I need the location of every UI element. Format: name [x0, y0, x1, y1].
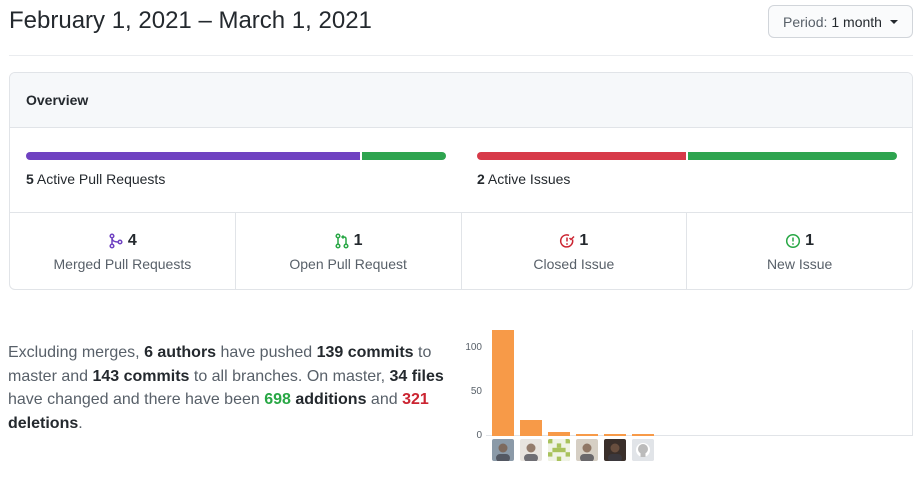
overview-panel: Overview 5 Active Pull Requests 2 Active…	[9, 72, 913, 290]
deletions-count: 321	[402, 391, 429, 408]
person-avatar[interactable]	[576, 439, 598, 461]
merge-icon	[109, 233, 123, 249]
identicon-avatar[interactable]	[548, 439, 570, 461]
new-issue-link[interactable]: 1 New Issue	[687, 213, 912, 289]
active-pull-requests-label: Active Pull Requests	[36, 171, 166, 187]
period-select-button[interactable]: Period: 1 month	[768, 5, 913, 38]
summary-text: to all branches. On master,	[189, 367, 390, 385]
chart-plot-area	[486, 330, 913, 436]
additions-count: 698	[264, 391, 291, 408]
merged-progress-segment	[26, 152, 361, 160]
open-pull-request-link[interactable]: 1 Open Pull Request	[236, 213, 462, 289]
active-issues-count: 2	[477, 171, 485, 187]
active-issues: 2 Active Issues	[477, 171, 897, 187]
active-pull-requests: 5 Active Pull Requests	[26, 171, 446, 187]
y-tick-label: 50	[470, 385, 482, 397]
caret-down-icon	[889, 19, 898, 24]
merged-pull-requests-link[interactable]: 4 Merged Pull Requests	[10, 213, 236, 289]
period-label: Period:	[783, 13, 828, 30]
counts-row: 4 Merged Pull Requests 1 Open Pull Reque…	[10, 213, 912, 289]
commit-bar[interactable]	[548, 432, 570, 436]
overview-title: Overview	[26, 92, 89, 108]
summary-text: .	[78, 414, 83, 432]
new-issue-label: New Issue	[766, 256, 833, 272]
issue-closed-icon	[560, 234, 575, 248]
person-avatar[interactable]	[604, 439, 626, 461]
activity-bars: 5 Active Pull Requests 2 Active Issues	[10, 128, 912, 213]
active-issues-label: Active Issues	[487, 171, 571, 187]
closed-issue-count: 1	[579, 232, 589, 249]
active-pull-requests-count: 5	[26, 171, 34, 187]
y-tick-label: 0	[476, 430, 482, 441]
summary-text: have changed and there have been	[8, 391, 265, 408]
commit-summary: Excluding merges, 6 authors have pushed …	[8, 341, 458, 435]
period-value: 1 month	[831, 13, 882, 30]
closed-progress-segment	[477, 152, 686, 160]
commit-bar[interactable]	[520, 420, 542, 436]
merged-label: Merged Pull Requests	[53, 256, 192, 272]
deletions-word: deletions	[8, 414, 79, 432]
files-changed-count: 34 files	[389, 367, 444, 385]
all-branches-commits-count: 143 commits	[92, 367, 190, 385]
authors-count: 6 authors	[144, 344, 217, 361]
y-tick-label: 100	[465, 341, 482, 353]
commit-bar[interactable]	[604, 434, 626, 436]
additions-word: additions	[290, 391, 367, 408]
closed-issue-label: Closed Issue	[533, 256, 615, 272]
summary-text: and	[366, 391, 403, 408]
pull-requests-progress	[26, 152, 446, 160]
pull-requests-summary[interactable]: 5 Active Pull Requests	[26, 152, 446, 187]
summary-text: have pushed	[216, 344, 317, 361]
open-pr-label: Open Pull Request	[289, 256, 407, 272]
commit-bar[interactable]	[492, 330, 514, 436]
open-pr-count: 1	[353, 232, 363, 249]
header: February 1, 2021 – March 1, 2021 Period:…	[9, 0, 913, 56]
new-issue-count: 1	[805, 232, 815, 249]
date-range-title: February 1, 2021 – March 1, 2021	[9, 7, 372, 34]
pull-request-icon	[335, 233, 349, 249]
issues-progress	[477, 152, 897, 160]
commit-bar[interactable]	[632, 434, 654, 436]
closed-issue-link[interactable]: 1 Closed Issue	[462, 213, 688, 289]
issue-opened-icon	[786, 233, 801, 249]
overview-header: Overview	[10, 73, 912, 128]
merged-count: 4	[127, 232, 137, 249]
commits-by-author-chart: 100 50 0	[462, 330, 913, 465]
master-commits-count: 139 commits	[316, 344, 414, 361]
new-progress-segment	[688, 152, 897, 160]
issues-summary[interactable]: 2 Active Issues	[477, 152, 897, 187]
person-avatar[interactable]	[520, 439, 542, 461]
github-default-avatar[interactable]	[632, 439, 654, 461]
commit-bar[interactable]	[576, 434, 598, 436]
open-progress-segment	[362, 152, 446, 160]
person-avatar[interactable]	[492, 439, 514, 461]
summary-text: Excluding merges,	[8, 344, 145, 361]
